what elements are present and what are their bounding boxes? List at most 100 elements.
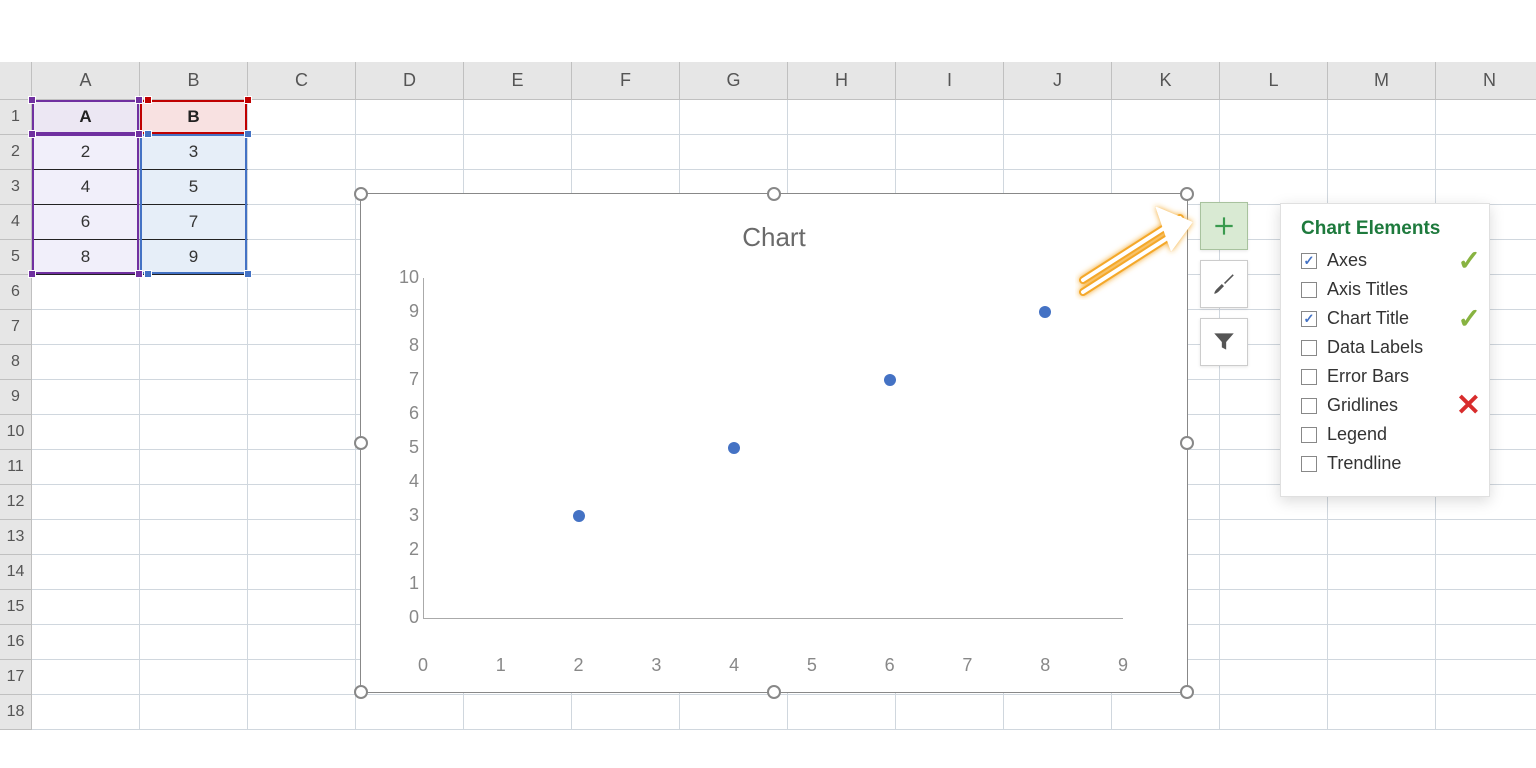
cell-M18[interactable] [1328,695,1436,730]
cell-A9[interactable] [32,380,140,415]
cell-K2[interactable] [1112,135,1220,170]
column-header-J[interactable]: J [1004,62,1112,100]
cell-B9[interactable] [140,380,248,415]
row-header-14[interactable]: 14 [0,555,32,590]
cell-C6[interactable] [248,275,356,310]
column-header-H[interactable]: H [788,62,896,100]
cell-D2[interactable] [356,135,464,170]
cell-N3[interactable] [1436,170,1536,205]
column-header-M[interactable]: M [1328,62,1436,100]
cell-B10[interactable] [140,415,248,450]
column-header-K[interactable]: K [1112,62,1220,100]
cell-L13[interactable] [1220,520,1328,555]
cell-B7[interactable] [140,310,248,345]
cell-N16[interactable] [1436,625,1536,660]
cell-C4[interactable] [248,205,356,240]
data-point[interactable] [1039,306,1051,318]
cell-B3[interactable]: 5 [140,170,248,205]
cell-N2[interactable] [1436,135,1536,170]
cell-A14[interactable] [32,555,140,590]
cell-C8[interactable] [248,345,356,380]
chart-filters-button[interactable] [1200,318,1248,366]
column-header-L[interactable]: L [1220,62,1328,100]
chart-resize-handle[interactable] [354,187,368,201]
cell-A7[interactable] [32,310,140,345]
cell-M1[interactable] [1328,100,1436,135]
cell-A2[interactable]: 2 [32,135,140,170]
data-point[interactable] [573,510,585,522]
row-header-8[interactable]: 8 [0,345,32,380]
cell-A10[interactable] [32,415,140,450]
checkbox-icon[interactable] [1301,456,1317,472]
cell-A13[interactable] [32,520,140,555]
range-handle[interactable] [28,130,36,138]
cell-C2[interactable] [248,135,356,170]
cell-A18[interactable] [32,695,140,730]
chart-resize-handle[interactable] [354,436,368,450]
cell-N14[interactable] [1436,555,1536,590]
range-handle[interactable] [135,96,143,104]
column-header-C[interactable]: C [248,62,356,100]
data-point[interactable] [728,442,740,454]
cell-B1[interactable]: B [140,100,248,135]
checkbox-icon[interactable] [1301,398,1317,414]
column-header-I[interactable]: I [896,62,1004,100]
row-header-7[interactable]: 7 [0,310,32,345]
cell-C10[interactable] [248,415,356,450]
cell-A17[interactable] [32,660,140,695]
row-header-17[interactable]: 17 [0,660,32,695]
range-handle[interactable] [135,130,143,138]
chart-element-option-trendline[interactable]: Trendline [1301,453,1475,474]
cell-B17[interactable] [140,660,248,695]
row-header-10[interactable]: 10 [0,415,32,450]
cell-N18[interactable] [1436,695,1536,730]
cell-B13[interactable] [140,520,248,555]
cell-B14[interactable] [140,555,248,590]
cell-L3[interactable] [1220,170,1328,205]
chart-element-option-axes[interactable]: Axes✓ [1301,250,1475,271]
checkbox-icon[interactable] [1301,340,1317,356]
cell-A3[interactable]: 4 [32,170,140,205]
cell-M17[interactable] [1328,660,1436,695]
cell-L17[interactable] [1220,660,1328,695]
range-handle[interactable] [28,96,36,104]
cell-C11[interactable] [248,450,356,485]
cell-J1[interactable] [1004,100,1112,135]
cell-C5[interactable] [248,240,356,275]
cell-C1[interactable] [248,100,356,135]
chart-resize-handle[interactable] [354,685,368,699]
cell-H1[interactable] [788,100,896,135]
data-point[interactable] [884,374,896,386]
cell-A16[interactable] [32,625,140,660]
chart-title[interactable]: Chart [361,222,1187,253]
cell-N15[interactable] [1436,590,1536,625]
cell-B6[interactable] [140,275,248,310]
row-header-4[interactable]: 4 [0,205,32,240]
cell-F1[interactable] [572,100,680,135]
cell-B5[interactable]: 9 [140,240,248,275]
cell-M14[interactable] [1328,555,1436,590]
cell-C7[interactable] [248,310,356,345]
cell-C9[interactable] [248,380,356,415]
cell-F18[interactable] [572,695,680,730]
cell-A5[interactable]: 8 [32,240,140,275]
column-header-F[interactable]: F [572,62,680,100]
cell-A6[interactable] [32,275,140,310]
row-header-18[interactable]: 18 [0,695,32,730]
cell-E1[interactable] [464,100,572,135]
column-header-N[interactable]: N [1436,62,1536,100]
cell-B4[interactable]: 7 [140,205,248,240]
chart-element-option-legend[interactable]: Legend [1301,424,1475,445]
cell-C16[interactable] [248,625,356,660]
cell-I1[interactable] [896,100,1004,135]
cell-C18[interactable] [248,695,356,730]
range-handle[interactable] [144,270,152,278]
cell-N17[interactable] [1436,660,1536,695]
range-handle[interactable] [244,96,252,104]
select-all-corner[interactable] [0,62,32,100]
cell-L15[interactable] [1220,590,1328,625]
cell-M16[interactable] [1328,625,1436,660]
chart-element-option-gridlines[interactable]: Gridlines✕ [1301,395,1475,416]
cell-J2[interactable] [1004,135,1112,170]
cell-C17[interactable] [248,660,356,695]
